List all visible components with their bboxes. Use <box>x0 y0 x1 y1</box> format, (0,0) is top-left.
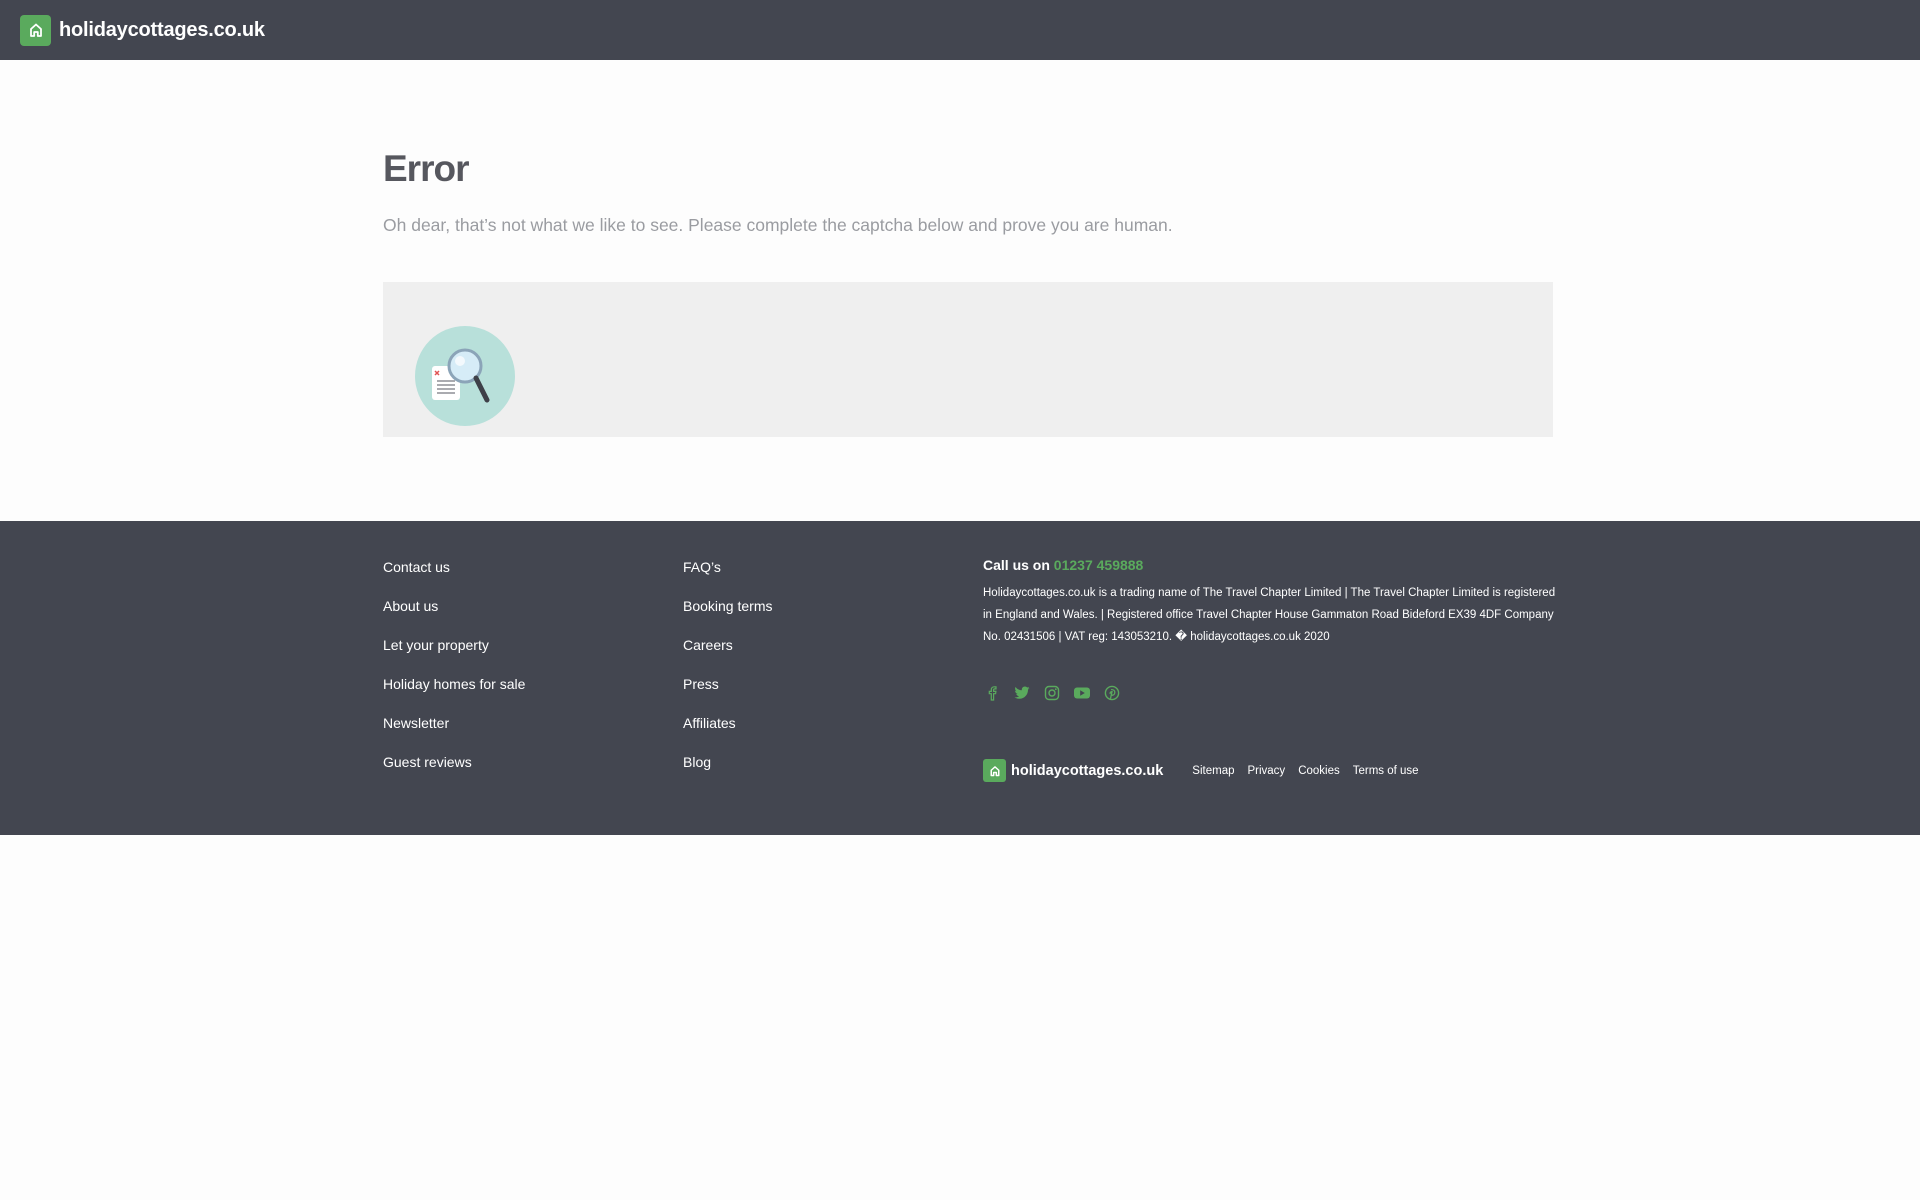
call-us-line: Call us on 01237 459888 <box>983 557 1563 573</box>
brand-name: holidaycottages.co.uk <box>59 18 265 41</box>
footer-link-booking-terms[interactable]: Booking terms <box>683 598 772 637</box>
page-title: Error <box>383 148 469 189</box>
facebook-icon[interactable] <box>983 684 1001 702</box>
pinterest-icon[interactable] <box>1103 684 1121 702</box>
social-links <box>983 684 1121 702</box>
house-icon <box>20 14 51 46</box>
footer-link-sitemap[interactable]: Sitemap <box>1192 765 1234 777</box>
footer-links-column-two: FAQ’s Booking terms Careers Press Affili… <box>683 559 772 793</box>
footer-link-newsletter[interactable]: Newsletter <box>383 715 525 754</box>
captcha-container[interactable] <box>383 282 1553 437</box>
footer-brand-name: holidaycottages.co.uk <box>1011 762 1164 779</box>
footer-links-column-one: Contact us About us Let your property Ho… <box>383 559 525 793</box>
footer-link-press[interactable]: Press <box>683 676 772 715</box>
phone-number-link[interactable]: 01237 459888 <box>1054 557 1144 573</box>
youtube-icon[interactable] <box>1073 684 1091 702</box>
legal-notice: Holidaycottages.co.uk is a trading name … <box>983 587 1556 643</box>
instagram-icon[interactable] <box>1043 684 1061 702</box>
error-message: Oh dear, that’s not what we like to see.… <box>383 215 1173 235</box>
footer-legal-links: Sitemap Privacy Cookies Terms of use <box>1192 765 1418 777</box>
footer-brand-logo-link[interactable]: holidaycottages.co.uk <box>983 759 1163 782</box>
footer-bottom-bar: holidaycottages.co.uk Sitemap Privacy Co… <box>983 759 1419 782</box>
footer-link-contact-us[interactable]: Contact us <box>383 559 525 598</box>
brand-logo-link[interactable]: holidaycottages.co.uk <box>20 14 265 46</box>
footer-link-cookies[interactable]: Cookies <box>1298 765 1340 777</box>
footer-link-about-us[interactable]: About us <box>383 598 525 637</box>
footer-link-careers[interactable]: Careers <box>683 637 772 676</box>
footer-link-affiliates[interactable]: Affiliates <box>683 715 772 754</box>
footer-link-blog[interactable]: Blog <box>683 754 772 793</box>
footer-link-faqs[interactable]: FAQ’s <box>683 559 772 598</box>
footer-link-terms-of-use[interactable]: Terms of use <box>1353 765 1419 777</box>
call-us-label: Call us on <box>983 557 1050 573</box>
twitter-icon[interactable] <box>1013 684 1031 702</box>
site-header: holidaycottages.co.uk <box>0 0 1920 60</box>
house-icon <box>983 759 1006 782</box>
footer-link-let-your-property[interactable]: Let your property <box>383 637 525 676</box>
footer-link-privacy[interactable]: Privacy <box>1247 765 1285 777</box>
footer-link-guest-reviews[interactable]: Guest reviews <box>383 754 525 793</box>
footer-link-holiday-homes-for-sale[interactable]: Holiday homes for sale <box>383 676 525 715</box>
site-footer: Contact us About us Let your property Ho… <box>0 521 1920 835</box>
footer-contact: Call us on 01237 459888 Holidaycottages.… <box>983 557 1563 648</box>
magnifying-glass-document-icon <box>415 326 515 426</box>
